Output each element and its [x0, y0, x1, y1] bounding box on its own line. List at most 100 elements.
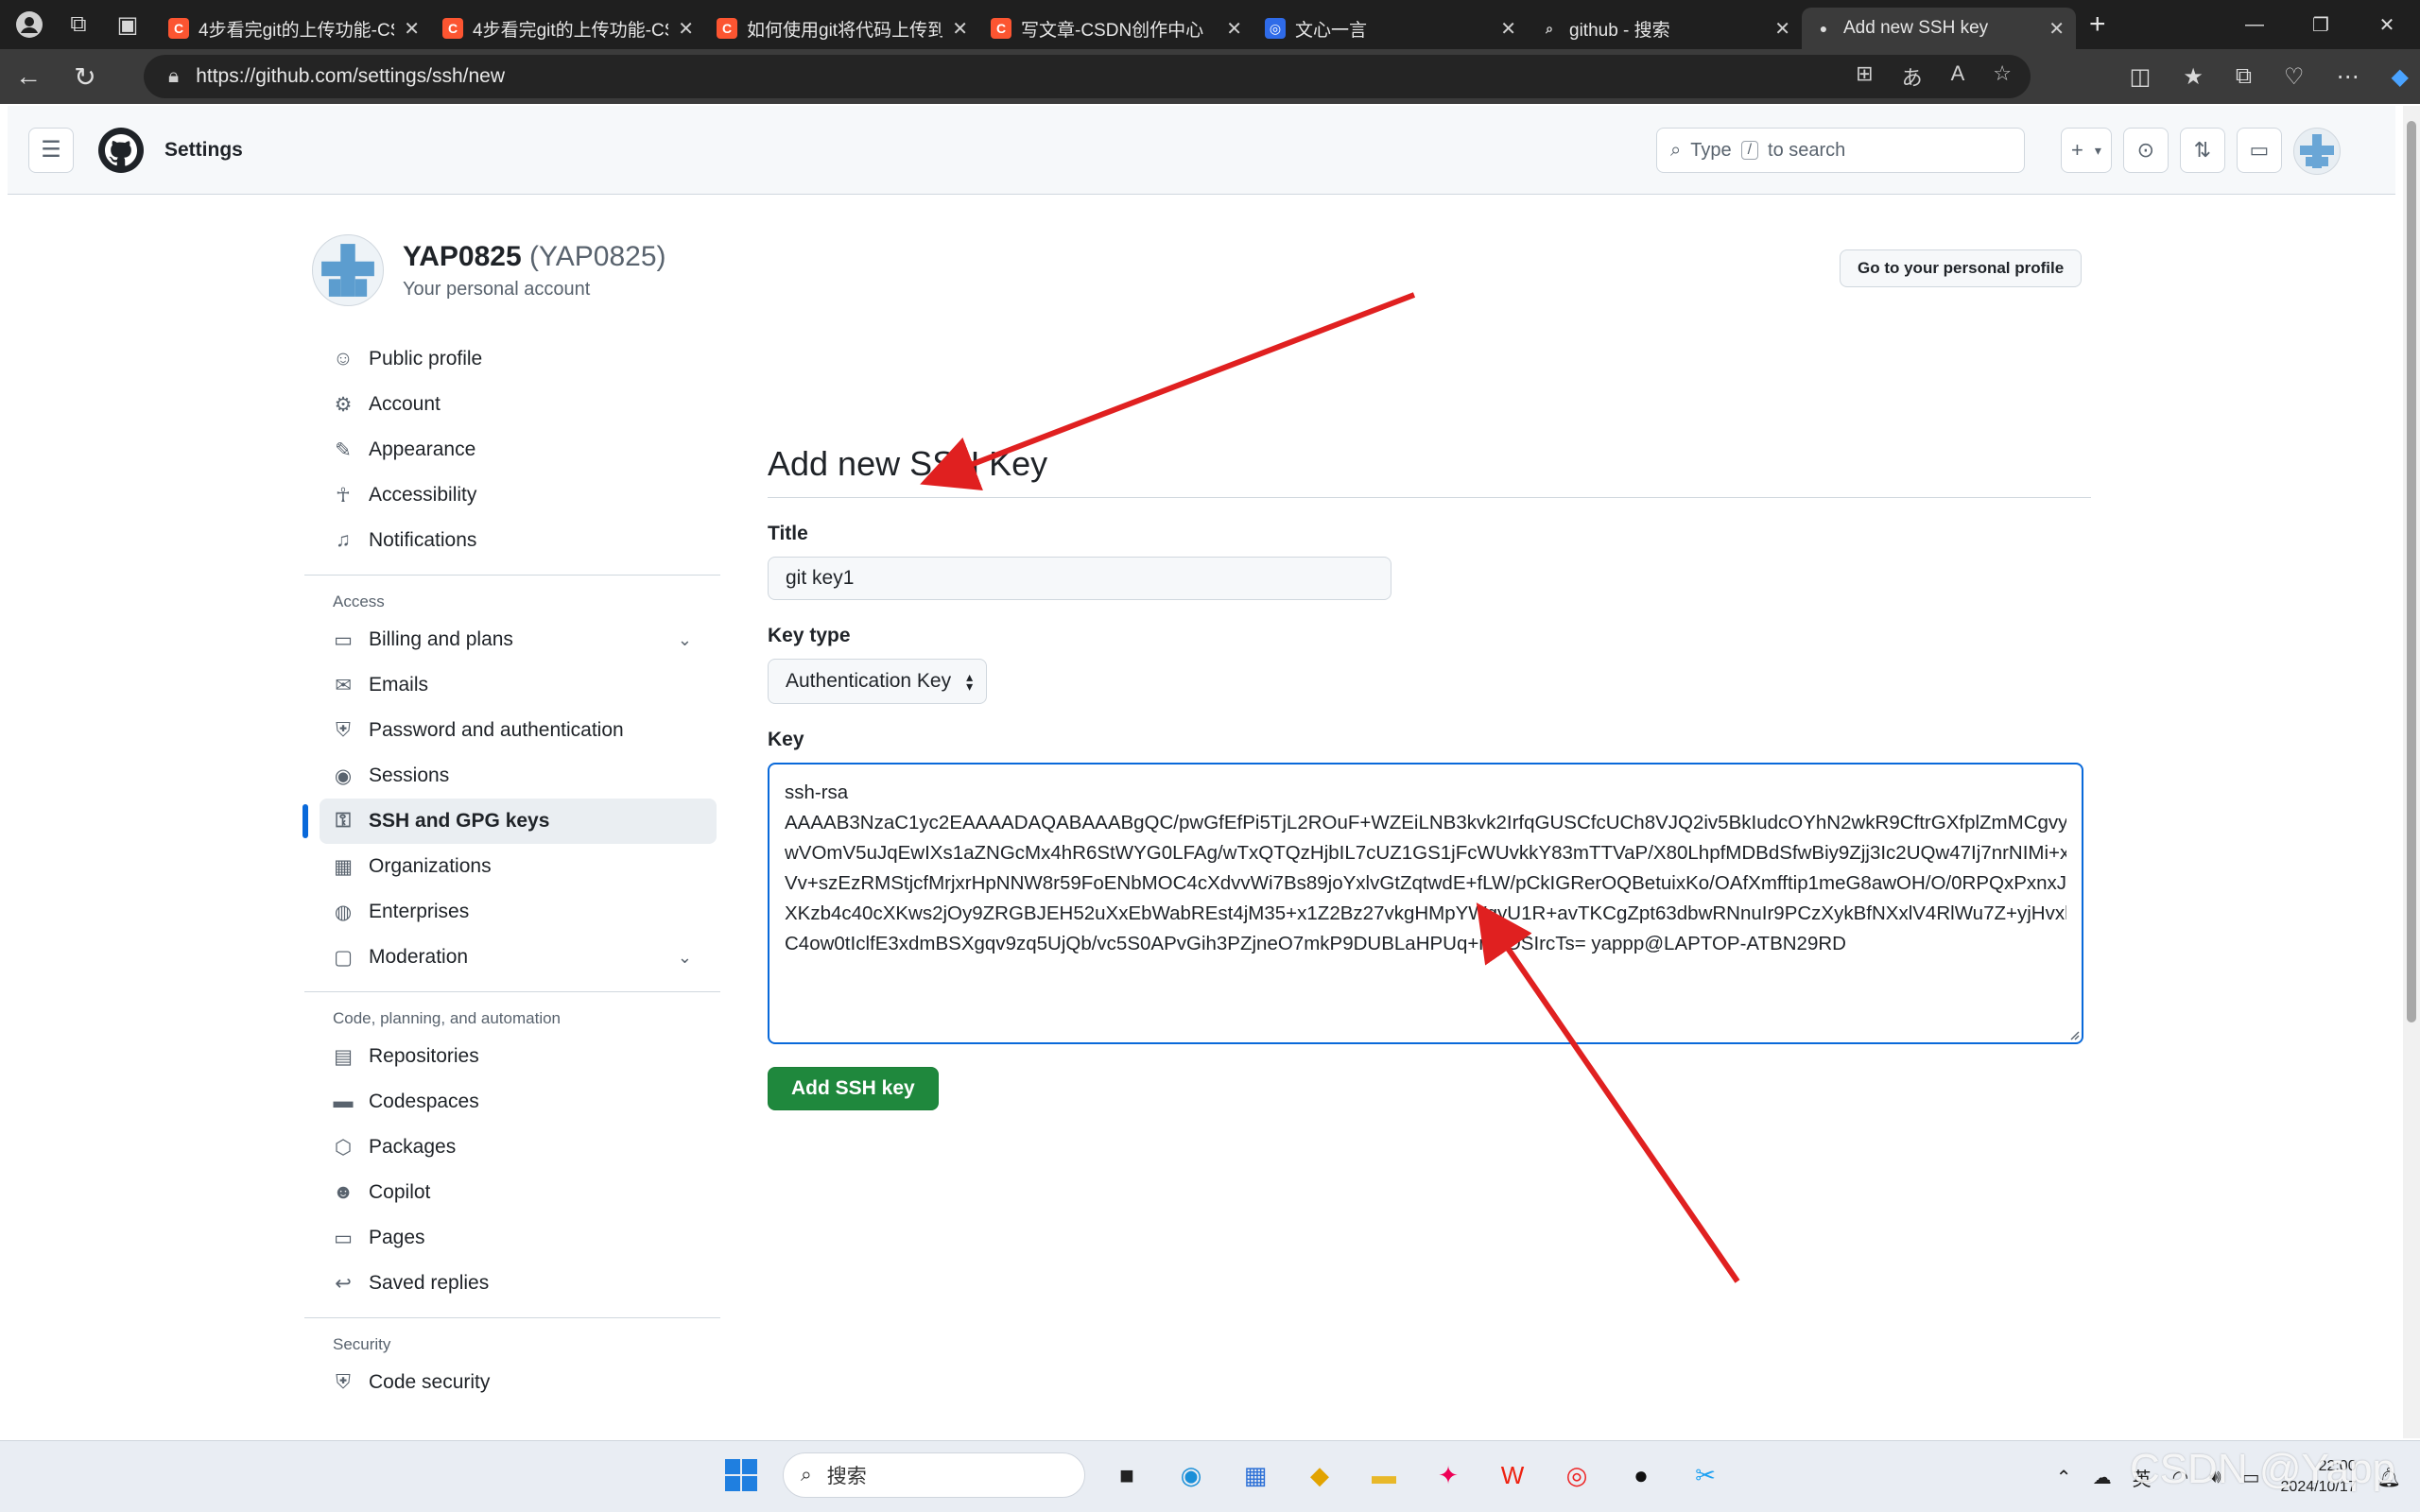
workspaces-icon[interactable]: ⧉ [62, 9, 95, 41]
browser-tab-title: 文心一言 [1295, 20, 1368, 41]
vertical-tabs-icon[interactable]: ▣ [112, 9, 144, 41]
microsoft-store-icon[interactable]: ▦ [1233, 1452, 1278, 1498]
sidebar-item-emails[interactable]: ✉ Emails [304, 662, 720, 708]
sidebar-item-code-security[interactable]: ⛨ Code security [304, 1360, 720, 1405]
paintbrush-icon: ✎ [335, 438, 352, 461]
report-icon: ▢ [334, 946, 353, 969]
new-tab-button[interactable]: + [2089, 9, 2106, 41]
file-explorer-icon[interactable]: ▬ [1361, 1452, 1407, 1498]
key-text-line: XKzb4c40cXKws2jOy9ZRGBJEH52uXxEbWabREst4… [785, 902, 2066, 924]
browser-tab[interactable]: C 如何使用git将代码上传到 ✕ [705, 8, 979, 49]
sidebar-item-label: Codespaces [369, 1091, 479, 1112]
edge-browser-icon[interactable]: ◉ [1168, 1452, 1214, 1498]
qq-icon[interactable]: ● [1618, 1452, 1664, 1498]
sidebar-item-enterprises[interactable]: ◍ Enterprises [304, 889, 720, 935]
refresh-icon[interactable]: ↻ [57, 49, 113, 104]
chevron-down-icon[interactable]: ⌄ [678, 948, 692, 968]
sidebar-item-repositories[interactable]: ▤ Repositories [304, 1034, 720, 1079]
sidebar-item-packages[interactable]: ⬡ Packages [304, 1125, 720, 1170]
account-name[interactable]: YAP0825 [403, 241, 522, 272]
github-logo-icon[interactable] [98, 127, 144, 173]
resize-handle-icon[interactable] [2068, 1029, 2080, 1040]
favorites-icon[interactable]: ★ [2183, 63, 2204, 91]
close-tab-icon[interactable]: ✕ [678, 17, 694, 41]
sidebar-item-password-and-authentication[interactable]: ⛨ Password and authentication [304, 708, 720, 753]
title-input[interactable]: git key1 [768, 557, 1392, 600]
read-aloud-icon[interactable]: A [1951, 61, 1965, 92]
sidebar-item-organizations[interactable]: ▦ Organizations [304, 844, 720, 889]
snipping-tool-icon[interactable]: ✂ [1683, 1452, 1728, 1498]
windows-start-icon[interactable] [718, 1452, 764, 1498]
show-hidden-icons-icon[interactable]: ⌃ [2056, 1466, 2072, 1489]
security-app-icon[interactable]: ◆ [1297, 1452, 1342, 1498]
split-screen-icon[interactable]: ◫ [2130, 63, 2152, 91]
sidebar-item-appearance[interactable]: ✎ Appearance [304, 427, 720, 472]
close-tab-icon[interactable]: ✕ [1500, 17, 1516, 41]
close-window-icon[interactable]: ✕ [2354, 0, 2420, 49]
sidebar-item-moderation[interactable]: ▢ Moderation ⌄ [304, 935, 720, 980]
key-type-select[interactable]: Authentication Key ▴ ▾ [768, 659, 988, 704]
sidebar-item-public-profile[interactable]: ☺ Public profile [304, 336, 720, 382]
close-tab-icon[interactable]: ✕ [952, 17, 968, 41]
pull-requests-button[interactable]: ⇅ [2179, 128, 2225, 173]
go-to-profile-button[interactable]: Go to your personal profile [1840, 249, 2083, 287]
sidebar-item-account[interactable]: ⚙ Account [304, 382, 720, 427]
issues-button[interactable]: ⊙ [2122, 128, 2169, 173]
key-text-line: AAAAB3NzaC1yc2EAAAADAQABAAABgQC/pwGfEfPi… [785, 812, 2066, 833]
browser-tab[interactable]: C 写文章-CSDN创作中心 ✕ [979, 8, 1253, 49]
inbox-button[interactable]: ▭ [2236, 128, 2282, 173]
bell-icon: ♫ [336, 529, 351, 551]
copilot-browser-icon[interactable]: ◆ [2392, 63, 2409, 91]
browser-tab[interactable]: ◎ 文心一言 ✕ [1253, 8, 1528, 49]
close-tab-icon[interactable]: ✕ [404, 17, 420, 41]
browser-tab[interactable]: ⌕ github - 搜索 ✕ [1528, 8, 1802, 49]
browser-tab[interactable]: ● Add new SSH key ✕ [1802, 8, 2076, 49]
sidebar-item-copilot[interactable]: ☻ Copilot [304, 1170, 720, 1215]
sidebar-item-pages[interactable]: ▭ Pages [304, 1215, 720, 1261]
key-icon: ⚿ [336, 810, 351, 832]
sidebar-item-ssh-and-gpg-keys[interactable]: ⚿ SSH and GPG keys [302, 799, 717, 844]
browser-tab-title: 如何使用git将代码上传到 [747, 20, 943, 41]
profile-icon[interactable] [13, 9, 45, 41]
music-app-icon[interactable]: ◎ [1554, 1452, 1599, 1498]
csdn-favicon-icon: C [442, 18, 463, 39]
sidebar-item-sessions[interactable]: ◉ Sessions [304, 753, 720, 799]
sidebar-divider [304, 1317, 720, 1318]
sidebar-item-notifications[interactable]: ♫ Notifications [304, 518, 720, 563]
search-favicon-icon: ⌕ [1546, 20, 1553, 36]
menu-icon[interactable]: ☰ [28, 127, 74, 173]
search-input[interactable]: ⌕ Type / to search [1656, 128, 2025, 173]
user-avatar[interactable] [2292, 128, 2341, 175]
browser-tab[interactable]: C 4步看完git的上传功能-CS ✕ [157, 8, 431, 49]
back-icon[interactable]: ← [0, 49, 57, 104]
app-available-icon[interactable]: ⊞ [1856, 61, 1873, 92]
page-title[interactable]: Settings [164, 139, 243, 162]
browser-tab[interactable]: C 4步看完git的上传功能-CS ✕ [431, 8, 705, 49]
task-view-icon[interactable]: ■ [1104, 1452, 1150, 1498]
taskbar-search[interactable]: ⌕ 搜索 [783, 1452, 1085, 1498]
app-icon[interactable]: ✦ [1426, 1452, 1471, 1498]
sidebar-item-label: Appearance [369, 438, 476, 460]
scrollbar-thumb[interactable] [2407, 121, 2416, 1022]
close-tab-icon[interactable]: ✕ [1226, 17, 1242, 41]
address-bar[interactable]: 🔒︎ https://github.com/settings/ssh/new ⊞… [144, 55, 2031, 98]
minimize-icon[interactable]: — [2221, 0, 2288, 49]
translate-icon[interactable]: あ [1902, 61, 1923, 92]
add-ssh-key-button[interactable]: Add SSH key [768, 1067, 939, 1110]
onedrive-icon[interactable]: ☁ [2093, 1466, 2112, 1489]
close-tab-icon[interactable]: ✕ [2048, 17, 2065, 41]
create-new-button[interactable]: + ▾ [2061, 128, 2112, 173]
wps-office-icon[interactable]: W [1490, 1452, 1535, 1498]
browser-essentials-icon[interactable]: ♡ [2284, 63, 2305, 91]
key-textarea[interactable]: ssh-rsa AAAAB3NzaC1yc2EAAAADAQABAAABgQC/p… [768, 763, 2083, 1044]
restore-icon[interactable]: ❐ [2288, 0, 2354, 49]
sidebar-item-billing-and-plans[interactable]: ▭ Billing and plans ⌄ [304, 617, 720, 662]
close-tab-icon[interactable]: ✕ [1774, 17, 1790, 41]
more-options-icon[interactable]: ⋯ [2337, 63, 2360, 91]
collections-icon[interactable]: ⧉ [2236, 63, 2252, 90]
sidebar-item-accessibility[interactable]: ☥ Accessibility [304, 472, 720, 518]
chevron-down-icon[interactable]: ⌄ [678, 630, 692, 650]
sidebar-item-saved-replies[interactable]: ↩ Saved replies [304, 1261, 720, 1306]
favorite-star-icon[interactable]: ☆ [1993, 61, 2012, 92]
sidebar-item-codespaces[interactable]: ▬ Codespaces [304, 1079, 720, 1125]
